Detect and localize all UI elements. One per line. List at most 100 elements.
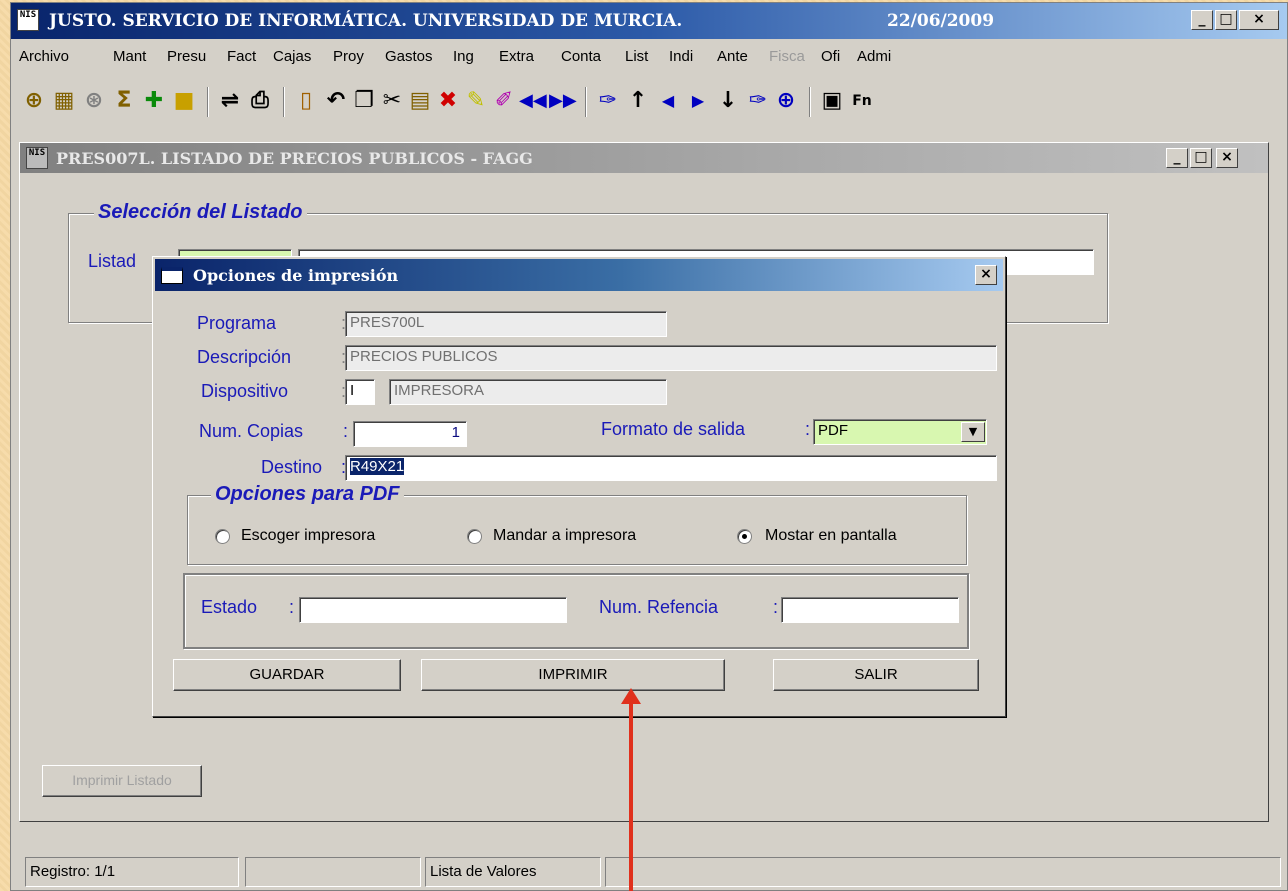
salir-button[interactable]: SALIR [773, 659, 979, 691]
child-system-icon[interactable]: NIS [26, 147, 48, 169]
app-title-bar[interactable]: NIS JUSTO. SERVICIO DE INFORMÁTICA. UNIV… [11, 3, 1287, 39]
menu-fact[interactable]: Fact [227, 48, 256, 65]
edit-icon[interactable]: ✑ [595, 87, 621, 115]
close-button[interactable]: × [1239, 10, 1279, 30]
formato-dropdown-arrow-icon[interactable]: ▼ [961, 422, 985, 442]
dispositivo-label: Dispositivo [201, 381, 289, 401]
first-record-icon[interactable]: ◀◀ [519, 87, 547, 115]
menu-bar: Archivo Mant Presu Fact Cajas Proy Gasto… [11, 41, 1287, 71]
menu-mant[interactable]: Mant [113, 48, 146, 65]
minimize-button[interactable]: _ [1191, 10, 1213, 30]
exit-icon[interactable]: ▯ [293, 87, 319, 115]
refencia-field[interactable] [781, 597, 959, 623]
dialog-window-icon [161, 267, 183, 284]
next-icon[interactable]: ▶ [685, 87, 711, 115]
status-lista: Lista de Valores [425, 857, 601, 887]
annotation-arrow-head-icon [621, 688, 641, 704]
status-bar: Registro: 1/1 Lista de Valores [11, 855, 1287, 889]
toolbar: ⊕ ▦ ⊛ Σ ✚ ■ ⇌ ⎙ ▯ ↶ ❐ ✂ ▤ ✖ ✎ ✐ ◀◀ ▶▶ ✑ … [11, 77, 1287, 127]
dispositivo-field: IMPRESORA [389, 379, 667, 405]
annotation-arrow-line [629, 702, 633, 891]
dialog-close-button[interactable]: × [975, 265, 997, 285]
radio-escoger-impresora[interactable] [215, 529, 230, 544]
menu-gastos[interactable]: Gastos [385, 48, 433, 65]
query-icon[interactable]: ⊕ [21, 87, 47, 115]
menu-extra[interactable]: Extra [499, 48, 534, 65]
down-icon[interactable]: ↓ [715, 87, 741, 115]
up-icon[interactable]: ↑ [625, 87, 651, 115]
status-panel-2 [245, 857, 421, 887]
escoger-impresora-label: Escoger impresora [241, 527, 376, 544]
destino-selected-text: R49X21 [350, 458, 405, 475]
menu-conta[interactable]: Conta [561, 48, 601, 65]
save-icon[interactable]: ■ [171, 87, 197, 115]
prev-icon[interactable]: ◀ [655, 87, 681, 115]
status-panel-4 [605, 857, 1281, 887]
menu-ante[interactable]: Ante [717, 48, 748, 65]
count-icon[interactable]: ⊛ [81, 87, 107, 115]
menu-archivo[interactable]: Archivo [19, 48, 69, 65]
child-title-bar[interactable]: NIS PRES007L. LISTADO DE PRECIOS PUBLICO… [20, 143, 1268, 173]
seleccion-group-title: Selección del Listado [94, 201, 307, 224]
clipboard-icon[interactable]: ▣ [819, 87, 845, 115]
menu-ing[interactable]: Ing [453, 48, 474, 65]
child-minimize-button[interactable]: _ [1166, 148, 1188, 168]
mostrar-pantalla-label: Mostar en pantalla [765, 527, 897, 544]
guardar-button[interactable]: GUARDAR [173, 659, 401, 691]
menu-proy[interactable]: Proy [333, 48, 364, 65]
cut-icon[interactable]: ✂ [379, 87, 405, 115]
programa-field: PRES700L [345, 311, 667, 337]
app-title: JUSTO. SERVICIO DE INFORMÁTICA. UNIVERSI… [49, 11, 683, 31]
zoom-icon[interactable]: ⊕ [773, 87, 799, 115]
dialog-title-bar[interactable]: Opciones de impresión × [155, 259, 1003, 291]
menu-indi[interactable]: Indi [669, 48, 693, 65]
paste-icon[interactable]: ▤ [407, 87, 433, 115]
destino-field[interactable]: R49X21 [345, 455, 997, 481]
radio-mostrar-pantalla[interactable] [737, 529, 752, 544]
last-record-icon[interactable]: ▶▶ [549, 87, 577, 115]
menu-list[interactable]: List [625, 48, 648, 65]
radio-mandar-impresora[interactable] [467, 529, 482, 544]
print-options-dialog: Opciones de impresión × Programa : PRES7… [152, 256, 1006, 717]
estado-field[interactable] [299, 597, 567, 623]
sort-icon[interactable]: ⇌ [217, 87, 243, 115]
programa-label: Programa [197, 313, 277, 333]
imprimir-listado-button[interactable]: Imprimir Listado [42, 765, 202, 797]
listado-label: Listad [88, 251, 137, 271]
dispositivo-code-field[interactable]: I [345, 379, 375, 405]
app-system-icon[interactable]: NIS [17, 9, 39, 31]
menu-fisca: Fisca [769, 48, 805, 65]
child-title: PRES007L. LISTADO DE PRECIOS PUBLICOS - … [56, 149, 533, 168]
sum-icon[interactable]: Σ [111, 87, 137, 115]
child-close-button[interactable]: × [1216, 148, 1238, 168]
copy-icon[interactable]: ❐ [351, 87, 377, 115]
app-date: 22/06/2009 [887, 11, 995, 31]
copias-field[interactable]: 1 [353, 421, 467, 447]
pdf-options-group-title: Opciones para PDF [211, 483, 404, 506]
refencia-label: Num. Refencia [599, 597, 719, 617]
print-icon[interactable]: ⎙ [247, 87, 273, 115]
menu-presu[interactable]: Presu [167, 48, 206, 65]
insert-icon[interactable]: ✚ [141, 87, 167, 115]
clear-icon[interactable]: ✎ [463, 87, 489, 115]
menu-ofi[interactable]: Ofi [821, 48, 840, 65]
menu-admi[interactable]: Admi [857, 48, 891, 65]
descripcion-label: Descripción [197, 347, 292, 367]
function-key-icon[interactable]: Fn [849, 87, 875, 115]
imprimir-button[interactable]: IMPRIMIR [421, 659, 725, 691]
descripcion-field: PRECIOS PUBLICOS [345, 345, 997, 371]
estado-label: Estado [201, 597, 258, 617]
copias-label: Num. Copias [199, 421, 304, 441]
maximize-button[interactable]: □ [1215, 10, 1237, 30]
search-icon[interactable]: ✑ [745, 87, 771, 115]
undo-icon[interactable]: ↶ [323, 87, 349, 115]
clear-record-icon[interactable]: ✐ [491, 87, 517, 115]
delete-icon[interactable]: ✖ [435, 87, 461, 115]
mandar-impresora-label: Mandar a impresora [493, 527, 637, 544]
formato-label: Formato de salida [601, 419, 746, 439]
child-maximize-button[interactable]: □ [1190, 148, 1212, 168]
menu-cajas[interactable]: Cajas [273, 48, 311, 65]
destino-label: Destino [261, 457, 323, 477]
status-registro: Registro: 1/1 [25, 857, 239, 887]
table-query-icon[interactable]: ▦ [51, 87, 77, 115]
